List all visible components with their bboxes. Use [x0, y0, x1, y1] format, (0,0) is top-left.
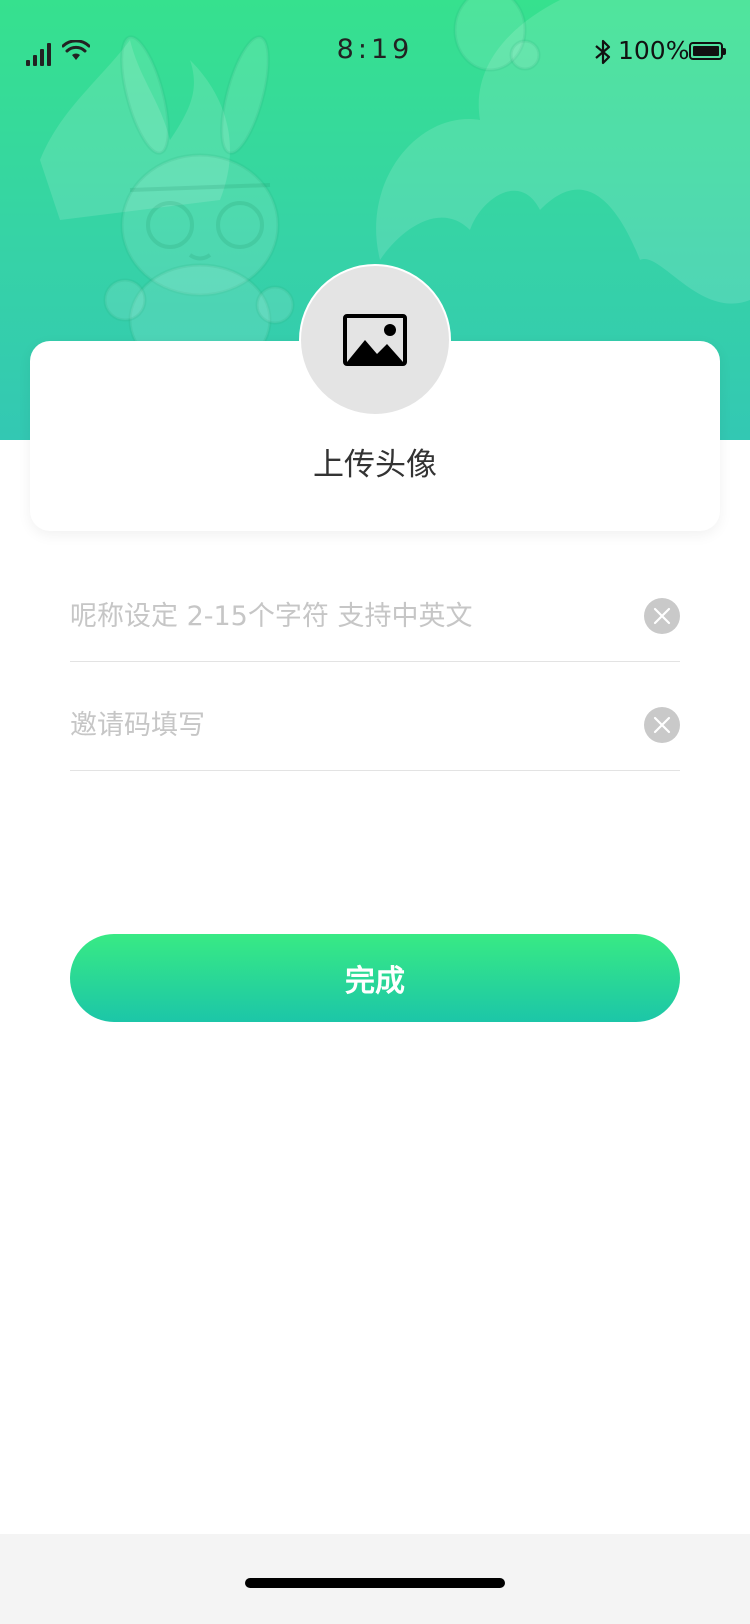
done-button-label: 完成	[345, 964, 405, 999]
wifi-icon	[62, 40, 90, 60]
signal-bars-icon	[26, 42, 56, 66]
nickname-field	[70, 561, 680, 662]
battery-percent: 100%	[618, 36, 690, 65]
battery-icon	[689, 42, 726, 60]
invite-code-field	[70, 670, 680, 771]
bluetooth-icon	[595, 39, 611, 65]
status-time: 8:19	[336, 34, 414, 65]
status-bar: 8:19 100%	[0, 0, 750, 100]
invite-code-clear-button[interactable]	[644, 707, 680, 743]
nickname-input[interactable]	[70, 591, 610, 641]
home-indicator[interactable]	[245, 1578, 505, 1588]
invite-code-input[interactable]	[70, 700, 610, 750]
bottom-bar	[0, 1534, 750, 1624]
clear-icon	[653, 607, 671, 625]
avatar-upload-button[interactable]	[299, 264, 451, 416]
image-placeholder-icon	[343, 314, 407, 366]
done-button[interactable]: 完成	[70, 934, 680, 1022]
upload-avatar-label[interactable]: 上传头像	[30, 439, 720, 484]
nickname-clear-button[interactable]	[644, 598, 680, 634]
clear-icon	[653, 716, 671, 734]
